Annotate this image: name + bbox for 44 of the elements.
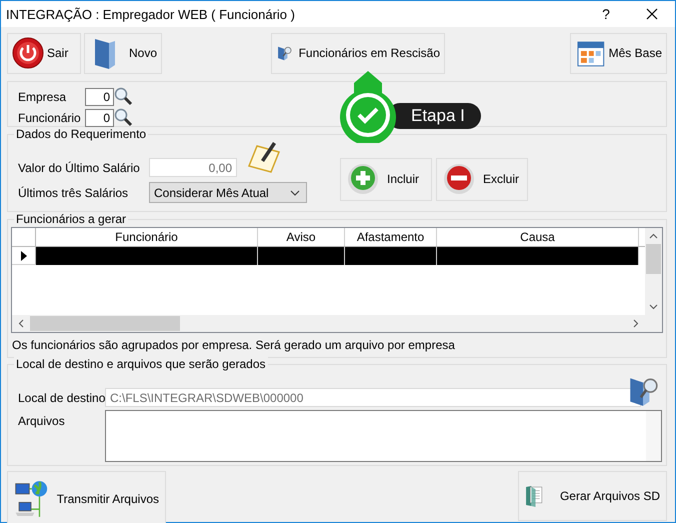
column-header[interactable]: Aviso <box>258 228 345 246</box>
chevron-down-icon <box>290 190 300 196</box>
group-title: Local de destino e arquivos que serão gerados <box>14 357 268 371</box>
footer-button[interactable]: Gerar Arquivos SD <box>518 471 667 521</box>
dropdown[interactable]: Considerar Mês Atual <box>149 182 307 203</box>
input-field[interactable]: 0 <box>85 88 114 106</box>
field-label: Empresa <box>18 90 68 104</box>
plus-icon <box>347 163 379 195</box>
chevron-left-icon <box>18 319 24 328</box>
group-title: Dados do Requerimento <box>14 127 148 141</box>
column-header[interactable]: Funcionário <box>36 228 258 246</box>
info-text: Os funcionários são agrupados por empresa. Será gerado um arquivo por empresa <box>12 338 456 352</box>
field-label: Funcionário <box>18 110 82 124</box>
vertical-scrollbar[interactable] <box>645 228 662 315</box>
minus-icon <box>443 163 475 195</box>
footer-button[interactable]: Transmitir Arquivos <box>7 471 166 523</box>
toolbar-button[interactable]: Novo <box>84 32 162 74</box>
close-icon <box>646 8 658 20</box>
column-header[interactable]: Afastamento <box>345 228 437 246</box>
field-label: Últimos três Salários <box>18 186 130 200</box>
action-button[interactable]: Excluir <box>436 158 528 200</box>
files-area[interactable] <box>105 410 662 462</box>
window-title: INTEGRAÇÃO : Empregador WEB ( Funcionário ) <box>6 6 296 22</box>
horizontal-scrollbar[interactable] <box>12 315 645 332</box>
chevron-up-icon <box>649 233 658 239</box>
toolbar-button[interactable]: Mês Base <box>570 32 667 74</box>
field-label: Arquivos <box>18 413 66 428</box>
toolbar-button[interactable]: Funcionários em Rescisão <box>271 32 445 74</box>
group-title: Funcionários a gerar <box>14 212 128 226</box>
search-icon <box>114 87 133 106</box>
power-icon <box>12 37 44 69</box>
action-button[interactable]: Incluir <box>340 158 432 200</box>
column-header[interactable]: Causa <box>437 228 639 246</box>
search-icon <box>114 108 133 127</box>
salary-field[interactable]: 0,00 <box>149 158 237 177</box>
chevron-right-icon <box>633 319 639 328</box>
chevron-down-icon <box>649 304 658 310</box>
input-field[interactable]: 0 <box>85 108 114 126</box>
path-field[interactable]: C:\FLS\INTEGRAR\SDWEB\000000 <box>105 388 641 407</box>
check-badge-icon <box>337 71 399 143</box>
field-label: Local de destino <box>18 390 105 404</box>
toolbar-button[interactable]: Sair <box>7 32 81 74</box>
field-label: Valor do Último Salário <box>18 160 141 174</box>
current-row-icon <box>20 250 26 260</box>
